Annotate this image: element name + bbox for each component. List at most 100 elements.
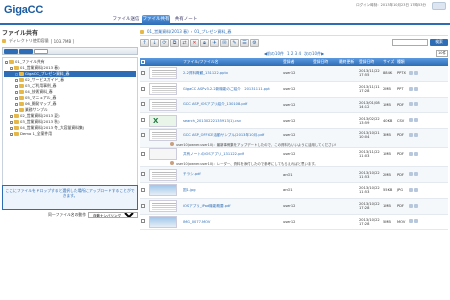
tab-shared-note[interactable]: 共有ノート xyxy=(172,15,200,25)
table-row[interactable]: search_20130222135913(1).csvuser122013/0… xyxy=(140,113,448,130)
settings-icon[interactable]: ⚙ xyxy=(250,38,259,47)
edit-icon[interactable] xyxy=(409,86,413,91)
file-thumbnail[interactable] xyxy=(149,129,177,142)
more-icon[interactable] xyxy=(414,172,418,177)
column-header[interactable]: 種類 xyxy=(396,59,408,65)
table-row[interactable]: 図1.jpg anO1 2013/10/22 11:53 55KB JPG xyxy=(140,183,448,199)
file-thumbnail[interactable] xyxy=(149,168,177,181)
more-icon[interactable] xyxy=(414,102,418,107)
expand-toggle-icon[interactable] xyxy=(15,96,18,100)
file-thumbnail[interactable] xyxy=(149,67,177,80)
more-icon[interactable] xyxy=(414,70,418,75)
tree-item[interactable]: - Demo 1_全案件用 xyxy=(4,131,136,137)
table-row[interactable]: 共有ノートのiOSアプリ_131122.pdf user12 2013/11/22 1… xyxy=(140,148,448,168)
copy-icon[interactable]: ⧉ xyxy=(170,38,179,47)
breadcrumb-item[interactable]: 01_営業資料(2013 春) xyxy=(147,29,189,35)
search-input[interactable] xyxy=(392,39,428,46)
expand-toggle-icon[interactable]: - xyxy=(5,60,8,64)
new-folder-button[interactable] xyxy=(4,49,18,54)
file-name-link[interactable]: チラシ.pdf xyxy=(182,172,282,177)
lock-icon[interactable]: 🔒︎ xyxy=(200,38,209,47)
file-name-link[interactable]: GigaCC ASPv3.2.2新機能のご紹介 20131111.ppt xyxy=(182,87,282,92)
row-checkbox[interactable] xyxy=(141,132,145,137)
duplicate-name-select[interactable]: 自動ナンバリング xyxy=(88,212,138,218)
file-thumbnail[interactable] xyxy=(149,184,177,197)
table-row[interactable]: IMG_0077.MOV user12 2013/10/22 17:28 5MB MOV xyxy=(140,215,448,231)
mail-icon[interactable]: ✉ xyxy=(220,38,229,47)
file-name-link[interactable]: 共有ノートのiOSアプリ_131122.pdf xyxy=(182,152,282,157)
file-name-link[interactable]: IMG_0077.MOV xyxy=(182,220,282,224)
more-icon[interactable] xyxy=(414,86,418,91)
table-row[interactable]: GCC ASP_iOSアプリ紹介_130108.pdf user12 2013/01… xyxy=(140,97,448,114)
folder-delete-button[interactable] xyxy=(34,49,48,54)
file-thumbnail[interactable] xyxy=(149,114,177,127)
delete-icon[interactable]: ✕ xyxy=(190,38,199,47)
file-thumbnail[interactable] xyxy=(149,98,177,111)
more-icon[interactable] xyxy=(414,203,418,208)
select-all-checkbox[interactable] xyxy=(140,59,148,65)
file-name-link[interactable]: 2-2資料概観_131122.pptx xyxy=(182,71,282,76)
expand-toggle-icon[interactable]: - xyxy=(10,114,13,118)
prev-page-link[interactable]: ◀前の10件 xyxy=(264,51,284,57)
search-button[interactable]: 検索 xyxy=(430,39,448,46)
user-menu-icon[interactable] xyxy=(432,2,446,10)
file-name-link[interactable]: iOSアプリ_iPad機能概要.pdf xyxy=(182,204,282,209)
expand-toggle-icon[interactable]: - xyxy=(10,120,13,124)
edit-icon[interactable] xyxy=(409,203,413,208)
more-icon[interactable] xyxy=(414,219,418,224)
row-checkbox[interactable] xyxy=(141,70,145,75)
edit-icon[interactable] xyxy=(409,151,413,156)
column-header[interactable]: 最終更新 xyxy=(338,59,358,65)
move-icon[interactable]: ⇄ xyxy=(180,38,189,47)
row-checkbox[interactable] xyxy=(141,118,145,123)
edit-icon[interactable] xyxy=(409,132,413,137)
row-checkbox[interactable] xyxy=(141,86,145,91)
file-thumbnail[interactable] xyxy=(149,148,177,161)
file-name-link[interactable]: 図1.jpg xyxy=(182,188,282,193)
table-row[interactable]: iOSアプリ_iPad機能概要.pdf user12 2013/10/22 17:28… xyxy=(140,198,448,215)
breadcrumb-item[interactable]: 01_プレゼン資料_春 xyxy=(194,29,231,35)
expand-toggle-icon[interactable] xyxy=(15,108,18,112)
table-row[interactable]: 2-2資料概観_131122.pptx user12 2013/11/22 17:55… xyxy=(140,66,448,82)
expand-toggle-icon[interactable] xyxy=(15,84,18,88)
tab-file-send[interactable]: ファイル送信 xyxy=(112,15,140,25)
folder-settings-button[interactable] xyxy=(19,49,33,54)
more-icon[interactable] xyxy=(414,132,418,137)
comment-icon[interactable]: ✎ xyxy=(230,38,239,47)
next-page-link[interactable]: 次の10件▶ xyxy=(304,51,324,57)
column-header[interactable]: 登録日時 xyxy=(358,59,382,65)
edit-icon[interactable] xyxy=(409,70,413,75)
row-checkbox[interactable] xyxy=(141,203,145,208)
refresh-icon[interactable]: ⟳ xyxy=(160,38,169,47)
expand-toggle-icon[interactable] xyxy=(15,78,18,82)
row-checkbox[interactable] xyxy=(141,219,145,224)
column-header[interactable]: ファイル/ファイル名 xyxy=(182,59,282,65)
history-icon[interactable]: ☰ xyxy=(240,38,249,47)
expand-toggle-icon[interactable] xyxy=(15,72,18,76)
column-header[interactable]: 登録日時 xyxy=(312,59,338,65)
edit-icon[interactable] xyxy=(409,187,413,192)
row-checkbox[interactable] xyxy=(141,172,145,177)
edit-icon[interactable] xyxy=(409,172,413,177)
expand-toggle-icon[interactable] xyxy=(15,102,18,106)
file-name-link[interactable]: GCC ASP_iOSアプリ紹介_130108.pdf xyxy=(182,102,282,107)
file-name-link[interactable]: GCC ASP_OFFICE活動サンプル(2013年10月.pdf xyxy=(182,133,282,138)
file-name-link[interactable]: search_20130222135913(1).csv xyxy=(182,119,282,123)
edit-icon[interactable] xyxy=(409,102,413,107)
expand-toggle-icon[interactable]: - xyxy=(10,132,13,136)
more-icon[interactable] xyxy=(414,187,418,192)
column-header[interactable]: サイズ xyxy=(382,59,396,65)
row-checkbox[interactable] xyxy=(141,102,145,107)
more-icon[interactable] xyxy=(414,118,418,123)
table-row[interactable]: GigaCC ASPv3.2.2新機能のご紹介 20131111.ppt user… xyxy=(140,82,448,98)
file-thumbnail[interactable] xyxy=(149,83,177,96)
per-page-select[interactable]: 10件 xyxy=(436,50,448,57)
more-icon[interactable] xyxy=(414,151,418,156)
table-row[interactable]: GCC ASP_OFFICE活動サンプル(2013年10月.pdf user12 2… xyxy=(140,129,448,149)
tab-file-share[interactable]: ファイル共有 xyxy=(142,15,170,25)
expand-toggle-icon[interactable]: - xyxy=(10,66,13,70)
edit-icon[interactable] xyxy=(409,219,413,224)
edit-icon[interactable] xyxy=(409,118,413,123)
column-header[interactable]: 登録者 xyxy=(282,59,312,65)
drop-zone[interactable]: ここにファイルをドロップすると選択した場所にアップロードすることができます。 xyxy=(2,185,138,210)
